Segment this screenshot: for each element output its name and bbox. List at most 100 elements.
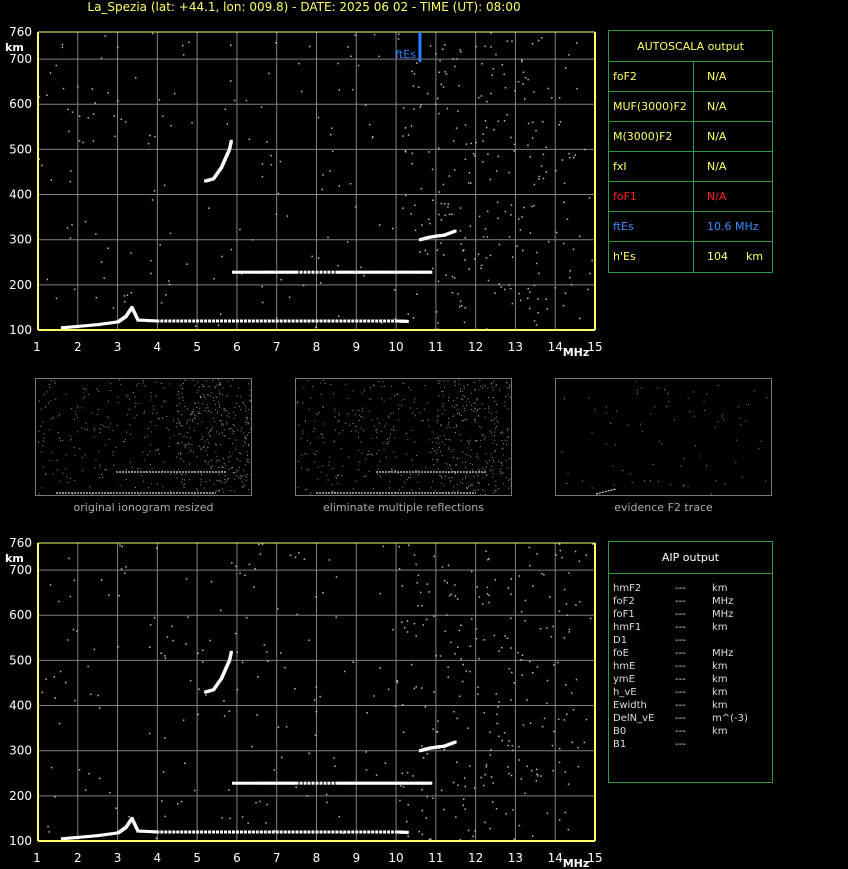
- trace-point: [327, 830, 331, 834]
- noise-dot: [592, 543, 594, 545]
- noise-dot: [454, 653, 456, 655]
- noise-dot: [436, 731, 439, 733]
- noise-dot: [540, 775, 542, 777]
- noise-dot: [566, 614, 569, 617]
- noise-dot: [265, 822, 267, 824]
- trace-point: [453, 740, 457, 744]
- noise-dot: [149, 624, 152, 626]
- noise-dot: [541, 725, 544, 728]
- trace-point: [229, 650, 233, 654]
- noise-dot: [518, 745, 520, 748]
- noise-dot: [394, 705, 397, 707]
- trace-point: [287, 830, 291, 834]
- noise-dot: [177, 803, 179, 805]
- trace-point: [343, 830, 347, 834]
- noise-dot: [469, 670, 471, 673]
- noise-dot: [561, 556, 563, 559]
- x-tick-label: 6: [233, 851, 241, 865]
- noise-dot: [259, 553, 262, 555]
- noise-dot: [457, 784, 459, 786]
- noise-dot: [521, 654, 524, 656]
- aip-value: ---: [675, 687, 686, 698]
- noise-dot: [469, 765, 471, 767]
- noise-dot: [149, 646, 151, 649]
- noise-dot: [546, 679, 549, 682]
- noise-dot: [433, 691, 435, 693]
- noise-dot: [450, 593, 452, 595]
- noise-dot: [415, 563, 417, 566]
- noise-dot: [418, 830, 420, 833]
- noise-dot: [551, 744, 554, 747]
- autoscala-label: M(3000)F2: [613, 130, 673, 143]
- trace-point: [168, 830, 172, 834]
- noise-dot: [504, 635, 506, 637]
- x-tick-label: 3: [114, 851, 122, 865]
- autoscala-panel: AUTOSCALA output foF2 N/A MUF(3000)F2 N/A M(…: [608, 30, 773, 273]
- trace-point: [303, 830, 307, 834]
- noise-dot: [387, 688, 390, 690]
- x-tick-label: 12: [468, 851, 483, 865]
- noise-dot: [536, 768, 538, 771]
- noise-dot: [585, 718, 588, 721]
- noise-dot: [375, 774, 378, 776]
- noise-dot: [422, 757, 425, 759]
- noise-dot: [577, 746, 579, 749]
- noise-dot: [396, 680, 398, 682]
- noise-dot: [73, 579, 76, 582]
- noise-dot: [266, 651, 268, 653]
- trace-point: [255, 830, 259, 834]
- trace-point: [243, 830, 247, 834]
- noise-dot: [543, 574, 545, 576]
- y-unit-label: km: [5, 552, 24, 565]
- noise-dot: [524, 620, 526, 622]
- noise-dot: [462, 804, 464, 807]
- noise-dot: [398, 545, 400, 548]
- aip-label: hmF2: [613, 583, 642, 594]
- noise-dot: [426, 583, 429, 585]
- noise-dot: [160, 652, 162, 654]
- x-tick-label: 8: [313, 851, 321, 865]
- noise-dot: [308, 639, 310, 641]
- autoscala-value: N/A: [707, 130, 727, 143]
- noise-dot: [564, 771, 566, 773]
- noise-dot: [518, 759, 520, 761]
- noise-dot: [45, 678, 47, 680]
- trace-point: [331, 830, 335, 834]
- noise-dot: [430, 838, 432, 840]
- noise-dot: [121, 545, 123, 548]
- noise-dot: [460, 624, 462, 626]
- noise-dot: [568, 631, 570, 633]
- noise-dot: [539, 627, 542, 630]
- noise-dot: [97, 694, 99, 697]
- noise-dot: [93, 648, 96, 651]
- trace-point: [315, 781, 319, 785]
- noise-dot: [550, 635, 553, 638]
- noise-dot: [366, 712, 368, 714]
- noise-dot: [498, 735, 500, 738]
- trace-point: [196, 830, 200, 834]
- autoscala-unit: km: [746, 250, 764, 263]
- noise-dot: [373, 695, 375, 697]
- trace-point: [283, 830, 287, 834]
- noise-dot: [471, 570, 473, 573]
- noise-dot: [416, 582, 418, 584]
- aip-unit: km: [712, 687, 728, 698]
- noise-dot: [510, 617, 512, 620]
- aip-unit: km: [712, 661, 728, 672]
- noise-dot: [365, 769, 368, 771]
- noise-dot: [117, 645, 119, 648]
- noise-dot: [558, 543, 561, 545]
- noise-dot: [483, 639, 486, 641]
- trace-point: [319, 781, 323, 785]
- autoscala-row-fof2: foF2 N/A: [609, 62, 772, 92]
- noise-dot: [425, 817, 428, 819]
- noise-dot: [526, 699, 528, 701]
- aip-label: Ewidth: [613, 700, 647, 711]
- noise-dot: [59, 670, 62, 673]
- noise-dot: [563, 588, 566, 591]
- noise-dot: [421, 687, 423, 689]
- noise-dot: [536, 553, 538, 555]
- noise-dot: [577, 765, 580, 768]
- noise-dot: [308, 752, 310, 755]
- noise-dot: [220, 609, 222, 612]
